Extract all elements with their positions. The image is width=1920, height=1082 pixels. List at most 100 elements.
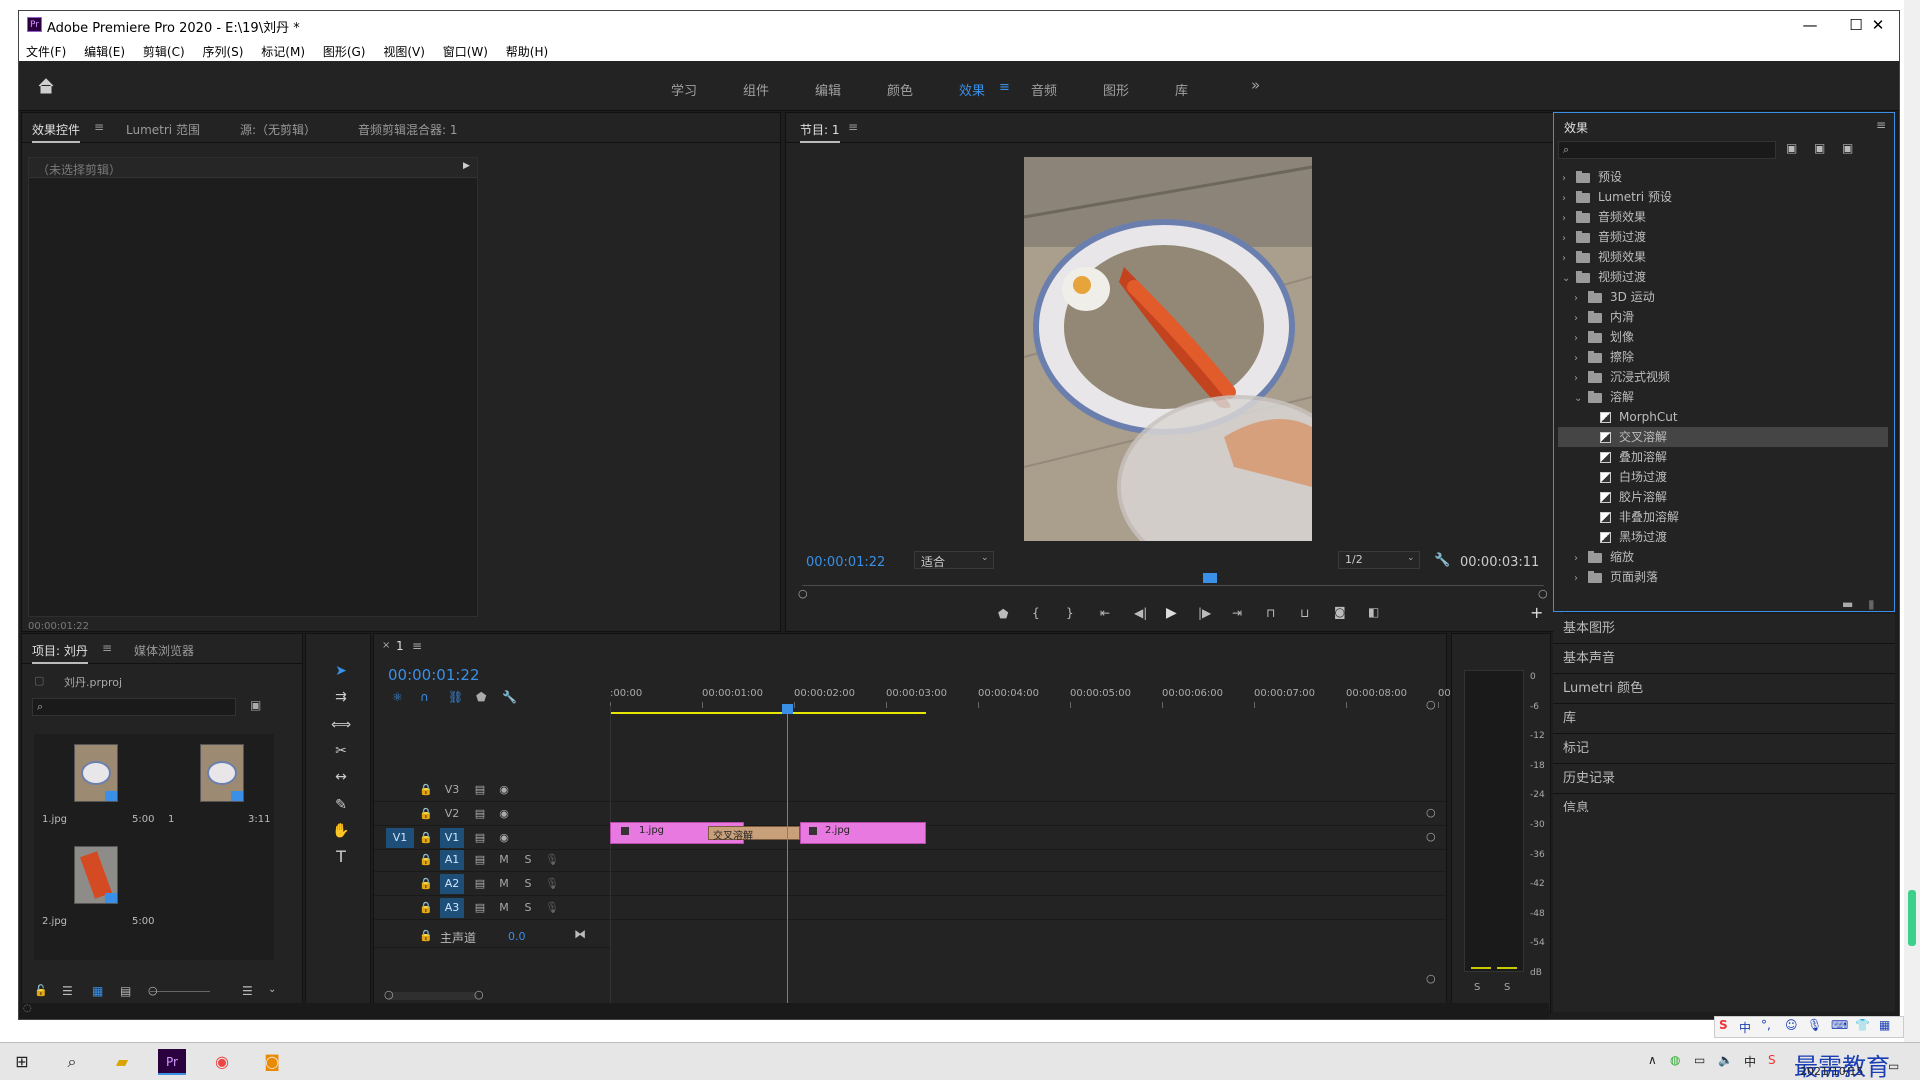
sync-lock-icon[interactable]: ▤: [470, 804, 490, 824]
settings-wrench-icon[interactable]: 🔧: [1434, 553, 1450, 568]
project-item[interactable]: 2.jpg 5:00: [34, 836, 156, 936]
chevron-right-icon[interactable]: ›: [1562, 209, 1572, 229]
expand-arrow-icon[interactable]: ▶: [463, 161, 470, 171]
list-view-icon[interactable]: ☰: [62, 984, 73, 998]
scroll-handle[interactable]: ○: [1426, 698, 1436, 711]
effects-tree-item[interactable]: › 音频过渡: [1558, 227, 1888, 247]
chevron-right-icon[interactable]: ›: [1562, 189, 1572, 209]
sync-lock-icon[interactable]: ▤: [470, 898, 490, 918]
timeline-menu-icon[interactable]: ≡: [412, 639, 422, 653]
solo-left-button[interactable]: S: [1474, 982, 1480, 993]
solo-button[interactable]: S: [518, 898, 538, 918]
effects-tree-item[interactable]: › 擦除: [1558, 347, 1888, 367]
file-explorer-icon[interactable]: ▰: [108, 1049, 136, 1075]
effects-tree-item[interactable]: 非叠加溶解: [1558, 507, 1888, 527]
freeform-view-icon[interactable]: ▤: [120, 984, 131, 998]
workspace-learn[interactable]: 学习: [671, 80, 697, 99]
chevron-down-icon[interactable]: ⌄: [268, 984, 276, 995]
yuv-effects-icon[interactable]: ▣: [1842, 141, 1853, 155]
eye-icon[interactable]: ◉: [494, 780, 514, 800]
playhead-handle[interactable]: [781, 704, 793, 714]
mark-out-icon[interactable]: }: [1066, 606, 1074, 620]
effects-menu-icon[interactable]: ≡: [1876, 118, 1886, 132]
workspace-graphics[interactable]: 图形: [1103, 80, 1129, 99]
panel-menu-icon[interactable]: ≡: [94, 120, 104, 134]
pen-tool-icon[interactable]: ✎: [330, 794, 352, 816]
tab-project[interactable]: 项目: 刘丹: [32, 642, 88, 664]
project-item[interactable]: 1 3:11: [160, 734, 274, 834]
chevron-right-icon[interactable]: ›: [1574, 549, 1584, 569]
tab-effect-controls[interactable]: 效果控件: [32, 121, 81, 143]
workspace-assembly[interactable]: 组件: [743, 80, 769, 99]
timeline-timecode[interactable]: 00:00:01:22: [388, 666, 480, 684]
volume-icon[interactable]: 🔈: [1718, 1053, 1733, 1067]
track-lock-icon[interactable]: 🔒: [416, 780, 436, 800]
32bit-effects-icon[interactable]: ▣: [1814, 141, 1825, 155]
linked-selection-icon[interactable]: ⛓: [448, 690, 463, 704]
workspace-color[interactable]: 颜色: [887, 80, 913, 99]
ime-voice-icon[interactable]: 🎙: [1807, 1018, 1822, 1032]
chevron-down-icon[interactable]: ⌄: [1562, 269, 1572, 289]
ripple-edit-tool-icon[interactable]: ⟺: [330, 714, 352, 736]
sort-icon[interactable]: ☰: [242, 984, 253, 998]
chevron-right-icon[interactable]: ›: [1562, 169, 1572, 189]
timeline-tab[interactable]: 1: [396, 639, 404, 653]
go-to-out-icon[interactable]: ⇥: [1232, 606, 1242, 620]
resolution-dropdown[interactable]: 1/2 ⌄: [1338, 551, 1420, 569]
microphone-icon[interactable]: 🎙: [542, 874, 562, 894]
notifications-icon[interactable]: ▭: [1888, 1059, 1899, 1073]
microphone-icon[interactable]: 🎙: [542, 898, 562, 918]
thumbnail-size-slider[interactable]: [150, 991, 210, 992]
go-to-in-icon[interactable]: ⇤: [1100, 606, 1110, 620]
workspace-effects[interactable]: 效果: [959, 80, 985, 99]
project-item[interactable]: 1.jpg 5:00: [34, 734, 156, 834]
effects-tree-item[interactable]: › 缩放: [1558, 547, 1888, 567]
add-marker-icon[interactable]: ⬟: [476, 690, 486, 704]
side-panel-0[interactable]: 基本图形: [1553, 614, 1895, 644]
comparison-view-icon[interactable]: ◧: [1368, 605, 1379, 619]
side-panel-3[interactable]: 库: [1553, 704, 1895, 734]
tray-app-icon[interactable]: ◍: [1670, 1053, 1680, 1067]
clip-2-jpg[interactable]: 2.jpg: [800, 822, 926, 844]
windows-start-icon[interactable]: ⊞: [8, 1049, 36, 1075]
play-icon[interactable]: ▶: [1166, 605, 1177, 621]
ime-punctuation-icon[interactable]: °,: [1761, 1018, 1771, 1032]
app-icon[interactable]: ◙: [258, 1049, 286, 1075]
scroll-thumb[interactable]: [1908, 890, 1916, 946]
razor-tool-icon[interactable]: ✂: [330, 740, 352, 762]
program-menu-icon[interactable]: ≡: [848, 120, 858, 134]
zoom-handle-left[interactable]: ○: [798, 587, 808, 600]
track-target[interactable]: V1: [440, 828, 464, 848]
eye-icon[interactable]: ◉: [494, 828, 514, 848]
mute-button[interactable]: M: [494, 874, 514, 894]
source-patch-v1[interactable]: V1: [386, 828, 414, 848]
fit-dropdown[interactable]: 适合 ⌄: [914, 551, 994, 569]
side-panel-2[interactable]: Lumetri 颜色: [1553, 674, 1895, 704]
track-lane[interactable]: [610, 872, 1446, 896]
track-target[interactable]: A3: [440, 898, 464, 918]
effects-tree-item[interactable]: › 内滑: [1558, 307, 1888, 327]
track-lock-icon[interactable]: 🔒: [416, 874, 436, 894]
timeline-settings-wrench-icon[interactable]: 🔧: [502, 690, 517, 704]
program-title[interactable]: 节目: 1: [800, 121, 840, 143]
step-forward-icon[interactable]: |▶: [1198, 606, 1211, 620]
scroll-handle[interactable]: ○: [1426, 972, 1436, 985]
type-tool-icon[interactable]: T: [330, 846, 352, 868]
tab-lumetri-scopes[interactable]: Lumetri 范围: [126, 121, 200, 138]
program-playhead[interactable]: [1203, 573, 1218, 583]
track-target[interactable]: A1: [440, 850, 464, 870]
desktop-scrollbar[interactable]: [1904, 0, 1920, 1042]
ime-chinese-mode[interactable]: 中: [1739, 1019, 1751, 1036]
chevron-right-icon[interactable]: ›: [1562, 229, 1572, 249]
sync-lock-icon[interactable]: ▤: [470, 850, 490, 870]
slip-tool-icon[interactable]: ↔: [330, 766, 352, 788]
mute-button[interactable]: M: [494, 850, 514, 870]
chevron-down-icon[interactable]: ⌄: [1574, 389, 1584, 409]
mark-in-icon[interactable]: {: [1032, 606, 1040, 620]
track-lock-icon[interactable]: 🔒: [416, 926, 436, 946]
effects-tree-item[interactable]: › 沉浸式视频: [1558, 367, 1888, 387]
track-target[interactable]: V3: [440, 780, 464, 800]
side-panel-5[interactable]: 历史记录: [1553, 764, 1895, 794]
workspace-audio[interactable]: 音频: [1031, 80, 1057, 99]
lift-icon[interactable]: ⊓: [1266, 606, 1275, 620]
